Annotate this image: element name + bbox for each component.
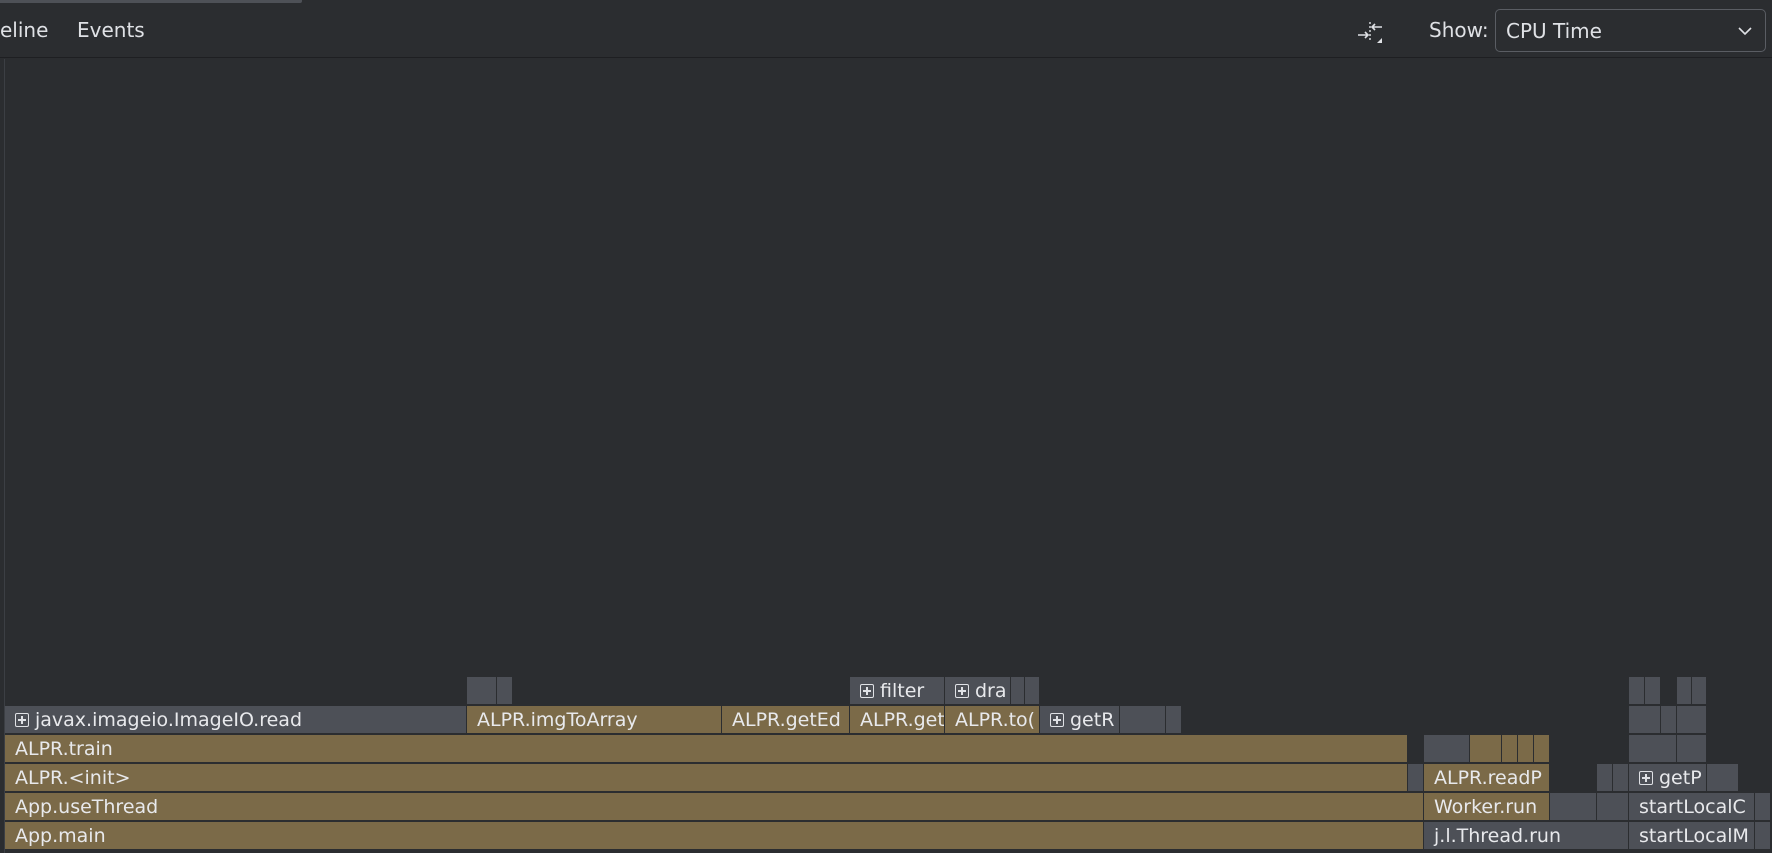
flame-frame-small[interactable] [1613,764,1629,792]
flame-frame-small[interactable] [1692,677,1707,705]
flame-frame-small[interactable] [1677,735,1707,763]
flame-frame-small[interactable] [1661,706,1677,734]
flame-frame-small[interactable] [1597,764,1613,792]
expand-icon[interactable] [1639,771,1653,785]
flame-frame-dra[interactable]: dra [945,677,1011,705]
selected-tab-indicator [0,0,302,3]
flame-frame-alpr-train[interactable]: ALPR.train [5,735,1408,763]
flame-frame-small[interactable] [467,677,497,705]
flame-frame-small[interactable] [1755,822,1771,850]
flame-frame-get[interactable]: ALPR.get [850,706,945,734]
flame-frame-small[interactable] [1755,793,1771,821]
flame-frame-small[interactable] [497,677,513,705]
flame-graph: filter dra javax.imageio.ImageIO.read AL… [0,59,1772,853]
flame-frame-app-main[interactable]: App.main [5,822,1424,850]
flame-frame-small[interactable] [1166,706,1182,734]
flame-frame-small[interactable] [1120,706,1166,734]
flame-frame-small[interactable] [1011,677,1025,705]
show-dropdown[interactable]: CPU Time [1495,9,1766,52]
flame-frame-imageio-read[interactable]: javax.imageio.ImageIO.read [5,706,467,734]
flame-frame-start-local-m[interactable]: startLocalM [1629,822,1755,850]
tab-timeline[interactable]: eline [0,18,48,42]
flame-frame-small[interactable] [1677,677,1692,705]
chevron-down-icon [1738,27,1752,36]
expand-icon[interactable] [860,684,874,698]
expand-icon[interactable] [15,713,29,727]
flame-frame-alpr-init[interactable]: ALPR.<init> [5,764,1408,792]
profiler-toolbar: eline Events Show: CPU Time [0,0,1772,58]
flame-frame-thread-run[interactable]: j.l.Thread.run [1424,822,1629,850]
flame-frame-small[interactable] [1550,793,1597,821]
flame-frame-img-to-array[interactable]: ALPR.imgToArray [467,706,722,734]
flame-frame-small[interactable] [1597,793,1629,821]
flame-frame-small[interactable] [1470,735,1502,763]
flame-frame-small[interactable] [1645,677,1661,705]
collapse-arrows-icon [1358,22,1382,43]
flame-frame-get-p[interactable]: getP [1629,764,1707,792]
flame-frame-small[interactable] [1629,706,1661,734]
flame-frame-filter[interactable]: filter [850,677,945,705]
flame-frame-to[interactable]: ALPR.to( [945,706,1040,734]
flame-frame-read-p[interactable]: ALPR.readP [1424,764,1550,792]
show-label: Show: [1429,18,1489,42]
show-dropdown-value: CPU Time [1506,18,1602,43]
flame-frame-small[interactable] [1518,735,1534,763]
flame-frame-get-edges[interactable]: ALPR.getEd [722,706,850,734]
flame-frame-small[interactable] [1629,735,1677,763]
flame-frame-small[interactable] [1677,706,1707,734]
expand-icon[interactable] [955,684,969,698]
flame-frame-small[interactable] [1534,735,1550,763]
flame-frame-small[interactable] [1629,677,1645,705]
flame-frame-small[interactable] [1707,764,1739,792]
expand-icon[interactable] [1050,713,1064,727]
tab-events[interactable]: Events [77,18,145,42]
collapse-button[interactable] [1352,14,1388,48]
flame-frame-small[interactable] [1502,735,1518,763]
flame-frame-small[interactable] [1408,764,1424,792]
flame-frame-small[interactable] [1424,735,1470,763]
flame-frame-get-r[interactable]: getR [1040,706,1120,734]
flame-frame-app-use-thread[interactable]: App.useThread [5,793,1424,821]
flame-frame-small[interactable] [1025,677,1040,705]
flame-frame-start-local-c[interactable]: startLocalC [1629,793,1755,821]
flame-frame-worker-run[interactable]: Worker.run [1424,793,1550,821]
